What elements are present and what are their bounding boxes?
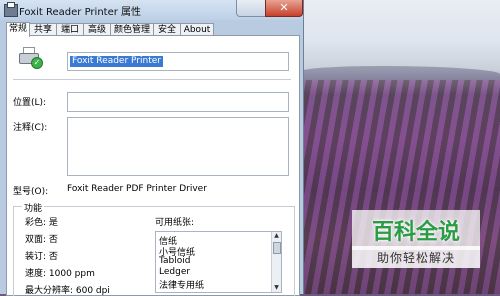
printer-name-value: Foxit Reader Printer — [70, 56, 163, 67]
paper-label: 可用纸张: — [155, 218, 195, 228]
feature-staple: 装订: 否 — [25, 252, 58, 262]
paper-list-scrollbar[interactable]: ▲ ▼ — [271, 232, 281, 292]
title-bar[interactable]: Foxit Reader Printer 属性 ✕ — [0, 0, 303, 20]
close-icon: ✕ — [279, 1, 289, 14]
printer-icon: ✓ — [19, 47, 43, 69]
scroll-up-icon[interactable]: ▲ — [272, 232, 281, 240]
feature-color: 彩色: 是 — [25, 218, 58, 228]
printer-name-field[interactable]: Foxit Reader Printer — [67, 52, 289, 71]
model-label: 型号(O): — [13, 187, 49, 197]
watermark-title: 百科全说 — [352, 210, 480, 250]
watermark: 百科全说 助你轻松解决 — [352, 210, 480, 270]
tab-strip: 常规 共享 端口 高级 颜色管理 安全 About — [6, 22, 298, 37]
general-panel: ✓ Foxit Reader Printer 位置(L): 注释(C): 型号(… — [6, 35, 300, 296]
check-icon: ✓ — [31, 57, 43, 69]
printer-properties-window: Foxit Reader Printer 属性 ✕ 常规 共享 端口 高级 颜色… — [0, 0, 304, 296]
list-item[interactable]: Tabloid — [159, 256, 190, 266]
list-item[interactable]: 法律专用纸 — [159, 278, 204, 291]
tab-general[interactable]: 常规 — [6, 22, 30, 37]
scroll-thumb[interactable] — [273, 242, 281, 254]
features-title: 功能 — [22, 201, 45, 214]
comment-label: 注释(C): — [13, 123, 48, 133]
location-field[interactable] — [67, 92, 289, 112]
location-label: 位置(L): — [13, 98, 47, 108]
model-value: Foxit Reader PDF Printer Driver — [67, 184, 207, 194]
minimize-button[interactable] — [236, 0, 266, 17]
feature-resolution: 最大分辨率: 600 dpi — [25, 286, 110, 296]
comment-field[interactable] — [67, 117, 289, 176]
watermark-subtitle: 助你轻松解决 — [352, 246, 480, 268]
scroll-down-icon[interactable]: ▼ — [272, 284, 281, 292]
feature-duplex: 双面: 否 — [25, 235, 58, 245]
background-hills — [300, 66, 500, 80]
list-item[interactable]: Ledger — [159, 267, 190, 277]
paper-list[interactable]: 信纸 小号信纸 Tabloid Ledger 法律专用纸 ▲ ▼ — [155, 231, 282, 293]
printer-title-icon — [4, 2, 18, 17]
close-button[interactable]: ✕ — [265, 0, 303, 17]
window-title: Foxit Reader Printer 属性 — [19, 7, 142, 18]
separator — [13, 79, 291, 80]
feature-speed: 速度: 1000 ppm — [25, 269, 95, 279]
window-controls: ✕ — [236, 0, 303, 17]
